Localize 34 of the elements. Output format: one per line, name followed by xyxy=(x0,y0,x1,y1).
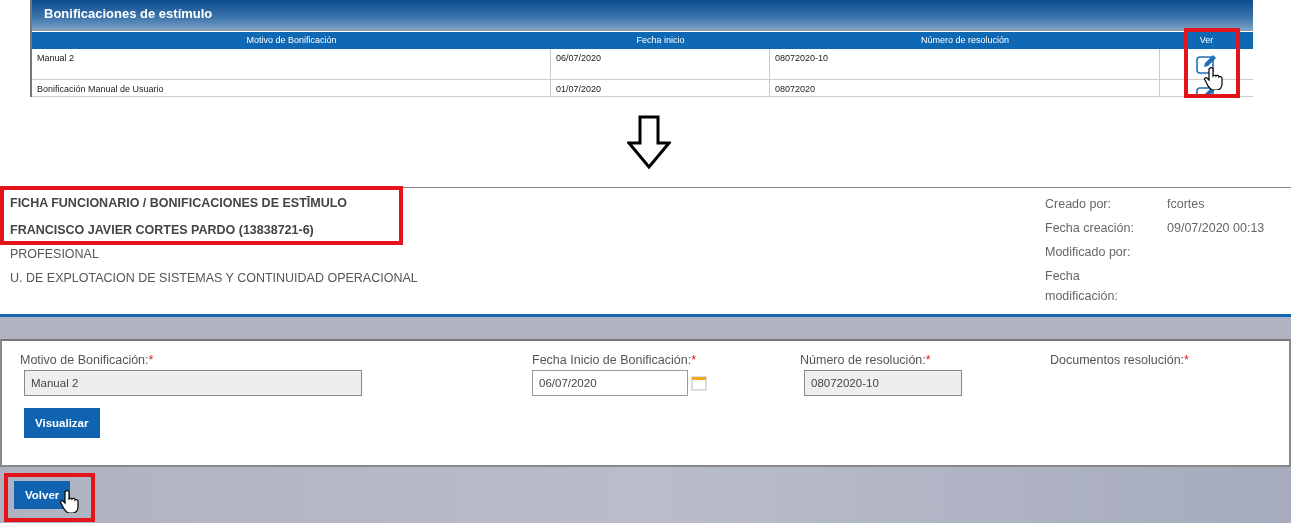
meta-label: Creado por: xyxy=(1045,195,1112,213)
column-header: Fecha inicio xyxy=(551,32,770,49)
date-field[interactable]: 06/07/2020 xyxy=(532,370,688,397)
table-cell: Manual 2 xyxy=(32,49,551,80)
hand-cursor-icon xyxy=(60,489,80,513)
column-header: Número de resolución xyxy=(770,32,1160,49)
meta-label: Fecha creación: xyxy=(1045,219,1135,237)
meta-label: Fecha modificación: xyxy=(1045,267,1119,305)
field-label: Fecha Inicio de Bonificación:* xyxy=(532,353,697,368)
breadcrumb: FICHA FUNCIONARIO / BONIFICACIONES DE ESTĪMULO xyxy=(10,195,349,211)
field-label: Motivo de Bonificación:* xyxy=(20,353,155,368)
edit-icon[interactable] xyxy=(1195,53,1218,75)
input-field[interactable]: 08072020-10 xyxy=(804,370,962,397)
panel-title: Bonificaciones de estímulo xyxy=(32,0,1253,31)
position-text: PROFESIONAL xyxy=(10,246,100,262)
table-cell: 08072020-10 xyxy=(770,49,1160,80)
employee-name: FRANCISCO JAVIER CORTES PARDO (13838721-6) xyxy=(10,222,315,238)
meta-label: Modificado por: xyxy=(1045,243,1132,261)
column-header: Ver xyxy=(1160,32,1253,49)
field-label: Documentos resolución:* xyxy=(1050,353,1190,368)
table-cell: 08072020 xyxy=(770,80,1160,97)
table-cell: Bonificación Manual de Usuario xyxy=(32,80,551,97)
visualizar-button[interactable]: Visualizar xyxy=(24,408,100,439)
table-cell: 06/07/2020 xyxy=(551,49,770,80)
input-field[interactable]: Manual 2 xyxy=(24,370,362,397)
field-label: Número de resolución:* xyxy=(800,353,932,368)
meta-value: 09/07/2020 00:13 xyxy=(1167,219,1266,237)
column-header: Motivo de Bonificación xyxy=(32,32,551,49)
meta-value: fcortes xyxy=(1167,195,1206,213)
highlight-frame xyxy=(1184,28,1240,98)
hand-cursor-icon xyxy=(1204,66,1224,90)
table-cell: 01/07/2020 xyxy=(551,80,770,97)
unit-text: U. DE EXPLOTACION DE SISTEMAS Y CONTINUIDAD OPERACIONAL xyxy=(10,270,418,286)
down-arrow-icon xyxy=(626,114,671,169)
